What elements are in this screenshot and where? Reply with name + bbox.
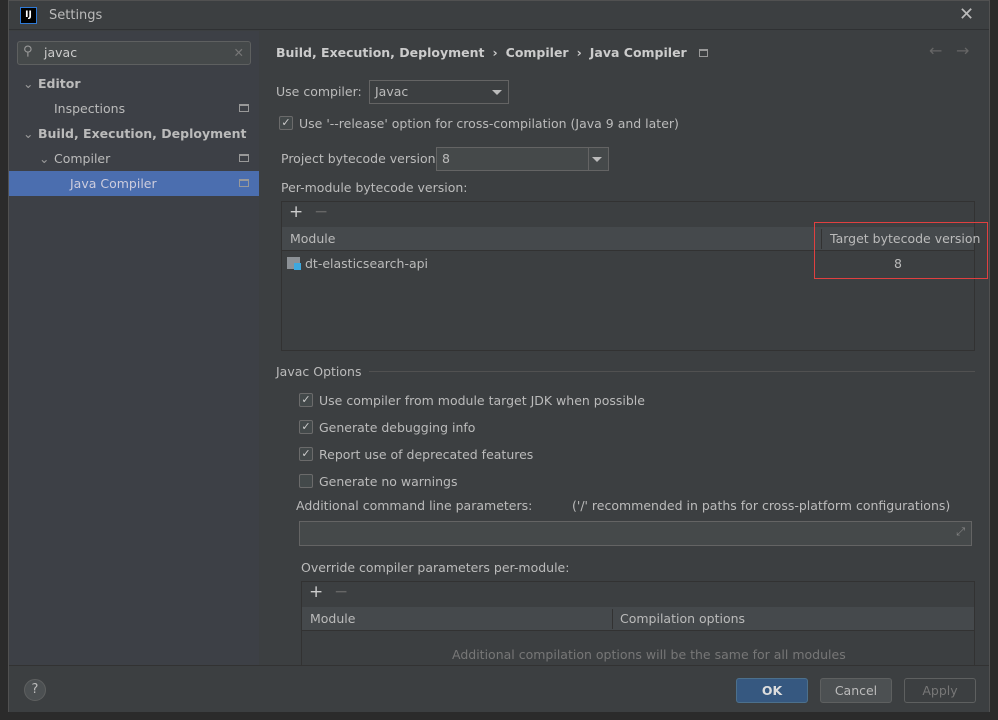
tree-item-editor[interactable]: ⌄ Editor: [9, 71, 259, 96]
override-label: Override compiler parameters per-module:: [301, 560, 570, 575]
forward-arrow-icon[interactable]: →: [956, 41, 969, 60]
override-table: + − Module Compilation options Additiona…: [301, 581, 975, 671]
project-settings-icon: [239, 179, 249, 187]
chevron-down-icon: ⌄: [39, 151, 50, 166]
breadcrumb-item[interactable]: Build, Execution, Deployment: [276, 45, 484, 60]
search-input[interactable]: ⚲ javac ✕: [17, 41, 251, 65]
dropdown-arrow-icon: [592, 157, 602, 162]
highlight-box: [814, 222, 988, 279]
checkbox-debug-info[interactable]: ✓: [299, 420, 313, 434]
module-name: dt-elasticsearch-api: [305, 256, 429, 271]
tree-item-inspections[interactable]: Inspections: [9, 96, 259, 121]
remove-icon[interactable]: −: [334, 582, 348, 602]
breadcrumb: Build, Execution, Deployment › Compiler › Ja…: [276, 45, 709, 60]
project-settings-icon: [239, 154, 249, 162]
empty-table-text: Additional compilation options will be t…: [452, 647, 846, 662]
column-header-module[interactable]: Module: [290, 227, 335, 251]
column-header-options[interactable]: Compilation options: [620, 607, 745, 631]
cancel-button[interactable]: Cancel: [820, 678, 892, 703]
project-settings-icon: [699, 49, 709, 57]
expand-icon[interactable]: ⤢: [956, 525, 965, 539]
javac-options-title: Javac Options: [276, 364, 362, 379]
chevron-down-icon: ⌄: [23, 126, 34, 141]
add-icon[interactable]: +: [289, 202, 303, 222]
divider: [369, 371, 975, 372]
tree-label: Editor: [38, 76, 81, 91]
cmd-params-input[interactable]: ⤢: [299, 521, 972, 546]
ok-button[interactable]: OK: [736, 678, 808, 703]
column-header-module[interactable]: Module: [310, 607, 355, 631]
tree-label: Java Compiler: [70, 176, 157, 191]
help-button[interactable]: ?: [24, 679, 46, 701]
checkbox-deprecated[interactable]: ✓: [299, 447, 313, 461]
settings-dialog: IJ Settings ✕ ⚲ javac ✕ ⌄ Editor Inspecti…: [8, 0, 990, 712]
clear-search-icon[interactable]: ✕: [234, 45, 244, 60]
sidebar: ⚲ javac ✕ ⌄ Editor Inspections ⌄ Build, Ex…: [9, 31, 259, 665]
release-checkbox[interactable]: ✓: [279, 116, 293, 130]
checkbox-label: Report use of deprecated features: [319, 447, 534, 462]
checkbox-no-warnings[interactable]: [299, 474, 313, 488]
release-label: Use '--release' option for cross-compila…: [299, 116, 679, 131]
per-module-label: Per-module bytecode version:: [281, 180, 468, 195]
remove-icon[interactable]: −: [314, 202, 328, 222]
search-icon: ⚲: [23, 44, 33, 59]
apply-button[interactable]: Apply: [904, 678, 976, 703]
checkbox-label: Use compiler from module target JDK when…: [319, 393, 645, 408]
intellij-logo-icon: IJ: [20, 7, 37, 24]
use-compiler-label: Use compiler:: [276, 84, 362, 99]
back-arrow-icon[interactable]: ←: [929, 41, 942, 60]
tree-label: Compiler: [54, 151, 111, 166]
checkbox-label: Generate debugging info: [319, 420, 476, 435]
project-bytecode-value: 8: [442, 151, 450, 166]
tree-label: Inspections: [54, 101, 126, 116]
project-bytecode-select[interactable]: 8: [436, 147, 609, 171]
breadcrumb-item[interactable]: Compiler: [506, 45, 569, 60]
table-header: Module Compilation options: [302, 607, 974, 631]
cmd-params-label: Additional command line parameters:: [296, 498, 533, 513]
window-title: Settings: [49, 8, 103, 23]
chevron-down-icon: ⌄: [23, 76, 34, 91]
main-panel: Build, Execution, Deployment › Compiler › Ja…: [259, 31, 989, 671]
dropdown-arrow-icon: [492, 90, 502, 95]
tree-item-java-compiler[interactable]: Java Compiler: [9, 171, 259, 196]
project-settings-icon: [239, 104, 249, 112]
checkbox-label: Generate no warnings: [319, 474, 458, 489]
compiler-select[interactable]: Javac: [369, 80, 509, 104]
add-icon[interactable]: +: [309, 582, 323, 602]
cmd-params-hint: ('/' recommended in paths for cross-plat…: [572, 498, 951, 513]
breadcrumb-item: Java Compiler: [589, 45, 687, 60]
search-value: javac: [44, 45, 78, 60]
title-bar: IJ Settings ✕: [9, 1, 989, 30]
module-folder-icon: [287, 257, 301, 270]
close-icon[interactable]: ✕: [959, 4, 974, 25]
project-bytecode-label: Project bytecode version:: [281, 151, 440, 166]
tree-item-build[interactable]: ⌄ Build, Execution, Deployment: [9, 121, 259, 146]
compiler-value: Javac: [375, 84, 409, 99]
checkbox-target-jdk[interactable]: ✓: [299, 393, 313, 407]
dialog-footer: ? OK Cancel Apply: [9, 665, 989, 712]
tree-label: Build, Execution, Deployment: [38, 126, 247, 141]
tree-item-compiler[interactable]: ⌄ Compiler: [9, 146, 259, 171]
